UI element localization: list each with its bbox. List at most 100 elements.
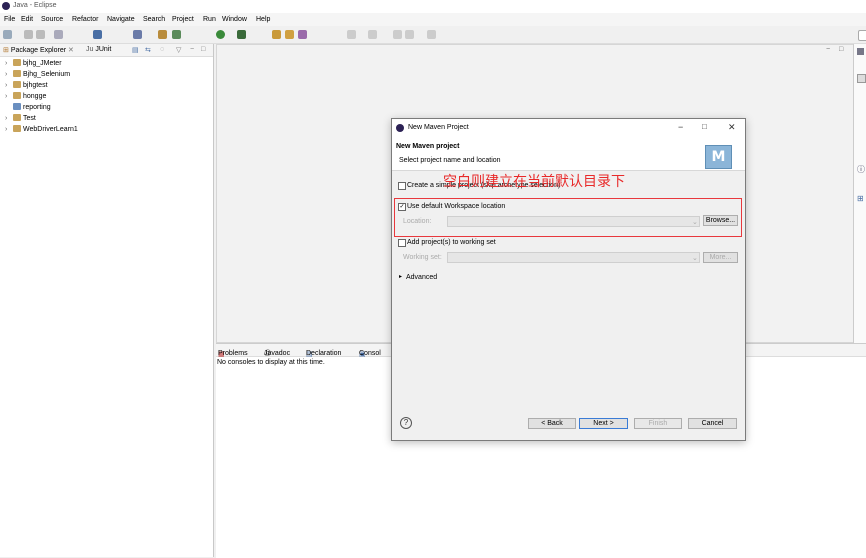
- working-set-label: Working set:: [403, 254, 442, 261]
- menu-file[interactable]: File: [4, 16, 15, 23]
- menu-run[interactable]: Run: [203, 16, 216, 23]
- task-list-icon[interactable]: [857, 74, 866, 83]
- project-folder-icon: [13, 81, 21, 88]
- menu-bar: File Edit Source Refactor Navigate Searc…: [0, 13, 866, 26]
- chevron-right-icon[interactable]: ›: [5, 115, 13, 122]
- left-pane-tabs: ⊞ Package Explorer ✕ Ju JUnit ▤ ⇆ ◌ ▽ − …: [0, 44, 213, 57]
- tree-item[interactable]: › bjhg_JMeter: [5, 59, 62, 67]
- editor-maximize-icon[interactable]: □: [839, 46, 843, 53]
- project-folder-icon: [13, 92, 21, 99]
- dialog-header: New Maven project Select project name an…: [392, 137, 745, 171]
- debug-icon[interactable]: [158, 30, 167, 39]
- add-working-set-label: Add project(s) to working set: [407, 239, 496, 246]
- advanced-toggle[interactable]: Advanced: [406, 274, 437, 281]
- info-icon[interactable]: ⓘ: [857, 164, 865, 175]
- working-set-combo[interactable]: ⌄: [447, 252, 700, 263]
- menu-refactor[interactable]: Refactor: [72, 16, 98, 23]
- maximize-icon[interactable]: □: [201, 46, 205, 53]
- tree-item[interactable]: › Bjhg_Selenium: [5, 70, 70, 78]
- next-annotation-icon[interactable]: [347, 30, 356, 39]
- folder-icon: [13, 103, 21, 110]
- menu-navigate[interactable]: Navigate: [107, 16, 135, 23]
- external-tools-icon[interactable]: [237, 30, 246, 39]
- more-button[interactable]: More...: [703, 252, 738, 263]
- focus-icon[interactable]: ◌: [160, 46, 164, 53]
- forward-nav-icon[interactable]: [427, 30, 436, 39]
- outline-icon[interactable]: [857, 48, 864, 55]
- back-button[interactable]: < Back: [528, 418, 576, 429]
- tab-package-explorer[interactable]: ⊞ Package Explorer ✕: [3, 46, 74, 54]
- new-maven-project-dialog: New Maven Project − □ ✕ New Maven projec…: [391, 118, 746, 441]
- package-explorer-pane: ⊞ Package Explorer ✕ Ju JUnit ▤ ⇆ ◌ ▽ − …: [0, 44, 214, 557]
- close-icon[interactable]: ✕: [66, 47, 74, 54]
- dialog-header-subtitle: Select project name and location: [399, 157, 501, 164]
- tab-junit[interactable]: Ju JUnit: [86, 46, 111, 53]
- help-icon[interactable]: ?: [400, 417, 412, 429]
- collapse-all-icon[interactable]: ▤: [132, 46, 139, 54]
- finish-button[interactable]: Finish: [634, 418, 682, 429]
- chevron-down-icon: ⌄: [692, 255, 698, 262]
- main-toolbar: [0, 27, 866, 44]
- chevron-right-icon[interactable]: ›: [5, 82, 13, 89]
- chevron-right-icon[interactable]: ›: [5, 126, 13, 133]
- chevron-right-icon[interactable]: ›: [5, 60, 13, 67]
- chevron-right-icon[interactable]: ▸: [399, 273, 402, 280]
- view-menu-icon[interactable]: ▽: [176, 46, 181, 54]
- add-working-set-checkbox[interactable]: [398, 239, 406, 247]
- menu-project[interactable]: Project: [172, 16, 194, 23]
- minimize-icon[interactable]: −: [190, 46, 194, 53]
- run-icon[interactable]: [216, 30, 225, 39]
- project-folder-icon: [13, 114, 21, 121]
- dialog-minimize-icon[interactable]: −: [678, 122, 683, 132]
- simple-project-checkbox[interactable]: [398, 182, 406, 190]
- chevron-right-icon[interactable]: ›: [5, 71, 13, 78]
- maven-logo-icon: M: [705, 145, 732, 169]
- save-all-icon[interactable]: [36, 30, 45, 39]
- junit-icon: Ju: [86, 46, 96, 53]
- new-icon[interactable]: [3, 30, 12, 39]
- tree-item[interactable]: › hongge: [5, 92, 46, 100]
- menu-help[interactable]: Help: [256, 16, 270, 23]
- dialog-app-icon: [396, 124, 404, 132]
- dialog-header-title: New Maven project: [396, 143, 460, 150]
- project-folder-icon: [13, 125, 21, 132]
- menu-search[interactable]: Search: [143, 16, 165, 23]
- annotation-text: 空白则建立在当前默认目录下: [443, 174, 625, 190]
- dialog-title: New Maven Project: [408, 124, 469, 131]
- chevron-right-icon[interactable]: ›: [5, 93, 13, 100]
- quick-access-icon[interactable]: [858, 30, 866, 41]
- open-type-icon[interactable]: [285, 30, 294, 39]
- next-button[interactable]: Next >: [579, 418, 628, 429]
- eclipse-icon: [2, 2, 10, 10]
- dialog-title-bar: New Maven Project − □ ✕: [392, 119, 745, 137]
- tree-item[interactable]: › WebDriverLearn1: [5, 125, 78, 133]
- console-message: No consoles to display at this time.: [217, 359, 325, 366]
- terminal-icon[interactable]: [93, 30, 102, 39]
- last-edit-icon[interactable]: [393, 30, 402, 39]
- dialog-maximize-icon[interactable]: □: [702, 122, 707, 131]
- prev-annotation-icon[interactable]: [368, 30, 377, 39]
- link-editor-icon[interactable]: ⇆: [145, 46, 151, 54]
- save-icon[interactable]: [24, 30, 33, 39]
- hierarchy-icon[interactable]: ⊞: [857, 194, 864, 203]
- tree-item[interactable]: › Test: [5, 114, 36, 122]
- package-explorer-icon: ⊞: [3, 47, 11, 54]
- print-icon[interactable]: [54, 30, 63, 39]
- window-title: Java - Eclipse: [13, 2, 57, 9]
- coverage-icon[interactable]: [172, 30, 181, 39]
- new-package-icon[interactable]: [272, 30, 281, 39]
- project-folder-icon: [13, 70, 21, 77]
- editor-minimize-icon[interactable]: −: [826, 46, 830, 53]
- project-folder-icon: [13, 59, 21, 66]
- dialog-close-icon[interactable]: ✕: [728, 122, 736, 133]
- pointer-icon[interactable]: [133, 30, 142, 39]
- right-trim-bar: ⓘ ⊞: [853, 44, 866, 344]
- tree-item[interactable]: reporting: [5, 103, 51, 111]
- menu-window[interactable]: Window: [222, 16, 247, 23]
- open-task-icon[interactable]: [298, 30, 307, 39]
- menu-source[interactable]: Source: [41, 16, 63, 23]
- cancel-button[interactable]: Cancel: [688, 418, 737, 429]
- menu-edit[interactable]: Edit: [21, 16, 33, 23]
- back-nav-icon[interactable]: [405, 30, 414, 39]
- tree-item[interactable]: › bjhgtest: [5, 81, 48, 89]
